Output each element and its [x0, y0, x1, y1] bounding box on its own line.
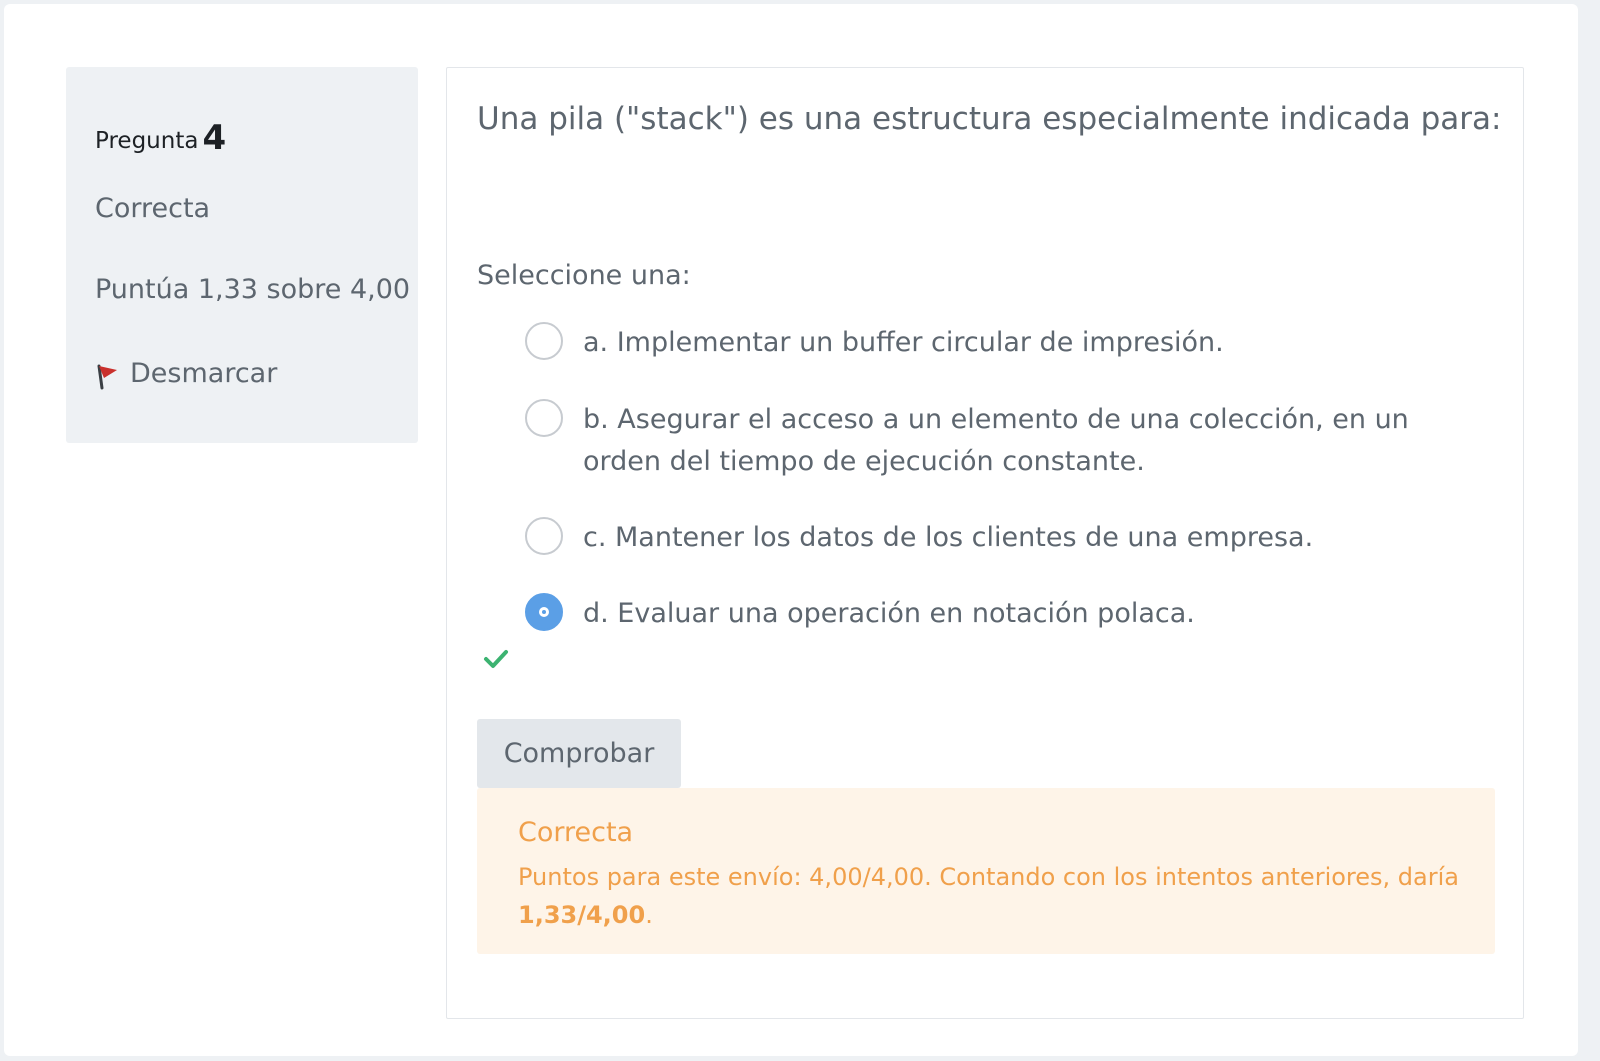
radio-c[interactable]: [525, 517, 563, 555]
question-grade: Puntúa 1,33 sobre 4,00: [95, 274, 411, 305]
answer-label-b[interactable]: b. Asegurar el acceso a un elemento de u…: [583, 399, 1443, 483]
question-number-value: 4: [202, 118, 227, 158]
feedback-box: Correcta Puntos para este envío: 4,00/4,…: [477, 788, 1495, 954]
checkmark-icon: [484, 650, 508, 668]
answer-prompt: Seleccione una:: [477, 260, 691, 291]
feedback-text-prefix: Puntos para este envío: 4,00/4,00. Conta…: [518, 863, 1459, 891]
page: Pregunta 4 Correcta Puntúa 1,33 sobre 4,0…: [4, 4, 1578, 1056]
question-number-label: Pregunta: [95, 128, 199, 154]
feedback-grade: 1,33/4,00: [518, 901, 646, 929]
flag-icon: [97, 364, 117, 390]
question-state: Correcta: [95, 193, 211, 224]
radio-d-selected[interactable]: [525, 593, 563, 631]
radio-a[interactable]: [525, 322, 563, 360]
answer-label-d[interactable]: d. Evaluar una operación en notación pol…: [583, 593, 1443, 635]
check-button[interactable]: Comprobar: [477, 719, 681, 788]
feedback-title: Correcta: [518, 817, 634, 848]
question-content: Una pila ("stack") es una estructura esp…: [446, 67, 1524, 1019]
feedback-text: Puntos para este envío: 4,00/4,00. Conta…: [518, 858, 1478, 934]
flag-label: Desmarcar: [130, 357, 278, 389]
question-number: Pregunta 4: [95, 117, 227, 158]
answer-label-a[interactable]: a. Implementar un buffer circular de imp…: [583, 322, 1443, 364]
answer-label-c[interactable]: c. Mantener los datos de los clientes de…: [583, 517, 1443, 559]
question-info-panel: Pregunta 4 Correcta Puntúa 1,33 sobre 4,0…: [66, 67, 418, 443]
radio-b[interactable]: [525, 399, 563, 437]
feedback-text-suffix: .: [645, 901, 653, 929]
unflag-question-link[interactable]: Desmarcar: [95, 354, 277, 392]
question-text: Una pila ("stack") es una estructura esp…: [477, 101, 1502, 137]
